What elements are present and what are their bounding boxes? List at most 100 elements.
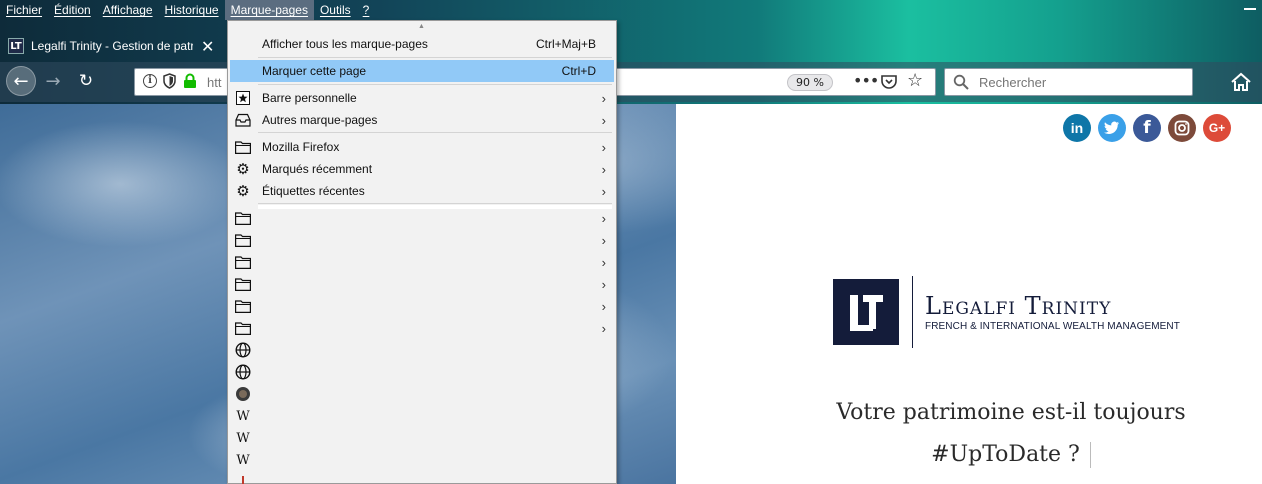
menu-item-label: Marqués récemment	[262, 162, 373, 176]
folder-icon	[235, 298, 251, 314]
menu-item-label: Autres marque-pages	[262, 113, 378, 127]
lock-icon[interactable]	[183, 73, 197, 89]
menu-marque-pages[interactable]: Marque-pages	[224, 0, 314, 20]
reload-button[interactable]: ↻	[71, 66, 101, 96]
forward-button[interactable]: →	[38, 66, 68, 96]
menu-historique[interactable]: Historique	[159, 0, 225, 20]
headline-line-2: #UpToDate ?	[676, 442, 1262, 468]
menu-item-recent-tags[interactable]: ⚙ Étiquettes récentes ›	[230, 180, 614, 202]
menubar: Fichier Édition Affichage Historique Mar…	[0, 0, 375, 20]
menu-separator	[258, 84, 612, 85]
globe-icon	[235, 364, 251, 380]
wikipedia-icon: W	[236, 408, 250, 424]
chevron-right-icon: ›	[601, 183, 606, 199]
tab-title: Legalfi Trinity - Gestion de patrimoine	[31, 39, 193, 53]
bookmarks-menu: ▲ Afficher tous les marque-pages Ctrl+Ma…	[227, 20, 617, 484]
back-button[interactable]: ←	[6, 66, 36, 96]
menu-aide[interactable]: ?	[357, 0, 376, 20]
menu-separator	[258, 57, 612, 58]
pocket-icon[interactable]	[880, 73, 898, 91]
menu-item-bookmark-site[interactable]	[230, 383, 614, 405]
menu-item-other-bookmarks[interactable]: Autres marque-pages ›	[230, 109, 614, 131]
menu-edition[interactable]: Édition	[48, 0, 97, 20]
menu-item-bookmark-partial[interactable]	[230, 471, 614, 484]
menu-item-bookmark-wikipedia-1[interactable]: W	[230, 405, 614, 427]
home-icon[interactable]	[1228, 70, 1254, 94]
menu-fichier[interactable]: Fichier	[0, 0, 48, 20]
tab-close-icon[interactable]: ✕	[201, 37, 214, 56]
menu-item-bookmark-wikipedia-2[interactable]: W	[230, 427, 614, 449]
gear-icon: ⚙	[236, 161, 250, 178]
chevron-right-icon: ›	[601, 210, 606, 226]
zoom-level-badge[interactable]: 90 %	[787, 74, 833, 91]
twitter-icon[interactable]	[1098, 114, 1126, 142]
facebook-icon[interactable]: f	[1133, 114, 1161, 142]
menu-item-label: Afficher tous les marque-pages	[262, 37, 428, 51]
menu-item-bookmark-globe-2[interactable]	[230, 361, 614, 383]
text-caret	[1089, 442, 1091, 468]
menu-item-shortcut: Ctrl+D	[561, 64, 596, 78]
menu-item-show-all-bookmarks[interactable]: Afficher tous les marque-pages Ctrl+Maj+…	[230, 33, 614, 55]
menu-item-shortcut: Ctrl+Maj+B	[535, 37, 596, 51]
page-actions-icon[interactable]: •••	[853, 71, 879, 90]
chevron-right-icon: ›	[601, 232, 606, 248]
chevron-right-icon: ›	[601, 298, 606, 314]
folder-icon	[235, 210, 251, 226]
folder-icon	[235, 139, 251, 155]
chevron-right-icon: ›	[601, 139, 606, 155]
menu-separator	[258, 203, 612, 204]
menu-item-folder-2[interactable]: ›	[230, 229, 614, 251]
menu-item-label: Marquer cette page	[262, 64, 367, 78]
chevron-right-icon: ›	[601, 161, 606, 177]
legalfi-favicon-icon: LT	[8, 38, 24, 54]
gear-icon: ⚙	[236, 183, 250, 200]
chevron-right-icon: ›	[601, 112, 606, 128]
linkedin-icon[interactable]: in	[1063, 114, 1091, 142]
star-folder-icon	[235, 90, 251, 106]
menu-item-folder-6[interactable]: ›	[230, 317, 614, 339]
menu-item-folder-3[interactable]: ›	[230, 251, 614, 273]
minimize-window-button[interactable]	[1244, 8, 1256, 10]
tab-legalfi[interactable]: LT Legalfi Trinity - Gestion de patrimoi…	[0, 32, 222, 60]
search-icon	[953, 74, 969, 90]
chevron-right-icon: ›	[601, 90, 606, 106]
tracking-shield-icon[interactable]	[163, 73, 176, 89]
globe-icon	[235, 342, 251, 358]
headline-line-1: Votre patrimoine est-il toujours	[836, 400, 1186, 425]
scroll-up-arrow-icon[interactable]: ▲	[418, 23, 425, 30]
search-input[interactable]	[979, 69, 1179, 95]
brand-name: Legalfi Trinity	[925, 292, 1112, 320]
url-text[interactable]: htt	[207, 75, 221, 90]
site-favicon-icon	[235, 386, 251, 402]
headline-line-2-text: #UpToDate ?	[931, 442, 1080, 467]
menu-item-recently-bookmarked[interactable]: ⚙ Marqués récemment ›	[230, 158, 614, 180]
menu-item-label: Mozilla Firefox	[262, 140, 340, 154]
menu-item-folder-5[interactable]: ›	[230, 295, 614, 317]
menu-outils[interactable]: Outils	[314, 0, 357, 20]
menu-item-label: Barre personnelle	[262, 91, 357, 105]
site-favicon-icon	[235, 474, 251, 484]
folder-icon	[235, 320, 251, 336]
inbox-icon	[235, 112, 251, 128]
folder-icon	[235, 254, 251, 270]
info-icon[interactable]: i	[143, 74, 157, 88]
menu-item-bookmarks-toolbar[interactable]: Barre personnelle ›	[230, 87, 614, 109]
menu-item-bookmark-wikipedia-3[interactable]: W	[230, 449, 614, 471]
menu-item-mozilla-firefox[interactable]: Mozilla Firefox ›	[230, 136, 614, 158]
chevron-right-icon: ›	[601, 254, 606, 270]
menu-item-folder-4[interactable]: ›	[230, 273, 614, 295]
chevron-right-icon: ›	[601, 320, 606, 336]
googleplus-icon[interactable]: G+	[1203, 114, 1231, 142]
bookmark-star-icon[interactable]: ☆	[907, 70, 923, 91]
instagram-icon[interactable]	[1168, 114, 1196, 142]
menu-item-bookmark-this-page[interactable]: Marquer cette page Ctrl+D	[230, 60, 614, 82]
logo-divider	[912, 276, 913, 348]
menu-item-label: Étiquettes récentes	[262, 184, 365, 198]
chevron-right-icon: ›	[601, 276, 606, 292]
menu-item-bookmark-globe-1[interactable]	[230, 339, 614, 361]
search-bar[interactable]	[944, 68, 1193, 96]
menu-item-folder-1[interactable]: ›	[230, 207, 614, 229]
menu-affichage[interactable]: Affichage	[97, 0, 159, 20]
folder-icon	[235, 232, 251, 248]
legalfi-logo-mark	[833, 279, 899, 345]
